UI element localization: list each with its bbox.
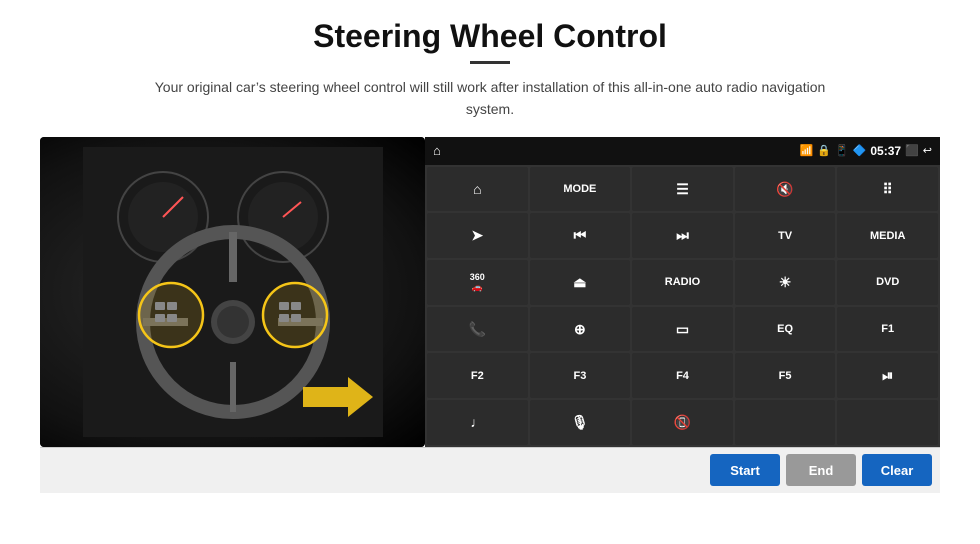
btn-playpause[interactable]: ⏯ (837, 353, 938, 398)
btn-music[interactable]: ♩ (427, 400, 528, 445)
btn-screen[interactable]: ▭ (632, 307, 733, 352)
btn-f1[interactable]: F1 (837, 307, 938, 352)
btn-f2[interactable]: F2 (427, 353, 528, 398)
btn-list[interactable]: ☰ (632, 167, 733, 212)
mic-icon: 🎙 (571, 414, 589, 431)
music-icon: ♩ (470, 414, 484, 430)
btn-eq[interactable]: EQ (735, 307, 836, 352)
end-button[interactable]: End (786, 454, 856, 486)
btn-dvd[interactable]: DVD (837, 260, 938, 305)
btn-callend[interactable]: 📵 (632, 400, 733, 445)
home-icon: ⌂ (473, 181, 481, 197)
f4-label: F4 (676, 370, 689, 382)
btn-mute[interactable]: 🔇 (735, 167, 836, 212)
page-subtitle: Your original car’s steering wheel contr… (140, 76, 840, 121)
bluetooth-icon: 🔷 (853, 144, 867, 157)
steering-wheel-bg (40, 137, 425, 447)
screen-icon: ▭ (676, 321, 689, 338)
dvd-label: DVD (876, 276, 899, 288)
next-icon: ⏭ (676, 227, 689, 244)
back-icon: ↩ (923, 144, 932, 157)
btn-brightness[interactable]: ☀ (735, 260, 836, 305)
btn-next[interactable]: ⏭ (632, 213, 733, 258)
main-content: ⌂ 📶 🔒 📱 🔷 05:37 ⬛ ↩ ⌂ MODE ☰ 🔇 (40, 137, 940, 447)
time-display: 05:37 (870, 144, 901, 158)
playpause-icon: ⏯ (882, 367, 893, 384)
bottom-bar: Start End Clear (40, 447, 940, 493)
btn-f3[interactable]: F3 (530, 353, 631, 398)
page-wrapper: Steering Wheel Control Your original car… (0, 0, 980, 544)
callend-icon: 📵 (674, 414, 691, 431)
f2-label: F2 (471, 370, 484, 382)
steering-wheel-svg (83, 147, 383, 437)
btn-mode[interactable]: MODE (530, 167, 631, 212)
prev-icon: ⏮ (574, 227, 587, 244)
f1-label: F1 (881, 323, 894, 335)
steering-wheel-image (40, 137, 425, 447)
btn-mic[interactable]: 🎙 (530, 400, 631, 445)
btn-f4[interactable]: F4 (632, 353, 733, 398)
lock-icon: 🔒 (817, 144, 831, 157)
radio-label: RADIO (665, 276, 700, 288)
phone-icon: 📞 (469, 321, 486, 338)
wifi-icon: 📶 (800, 144, 814, 157)
mode-label: MODE (563, 183, 596, 195)
cast-icon: ⬛ (905, 144, 919, 157)
tv-label: TV (778, 230, 792, 242)
btn-tv[interactable]: TV (735, 213, 836, 258)
btn-apps[interactable]: ⠿ (837, 167, 938, 212)
android-panel: ⌂ 📶 🔒 📱 🔷 05:37 ⬛ ↩ ⌂ MODE ☰ 🔇 (425, 137, 940, 447)
btn-empty2[interactable] (837, 400, 938, 445)
btn-eject[interactable]: ⏏ (530, 260, 631, 305)
btn-nav2[interactable]: ⊕ (530, 307, 631, 352)
eq-label: EQ (777, 323, 793, 335)
cam-label: 360🚗 (470, 272, 485, 293)
btn-nav[interactable]: ➤ (427, 213, 528, 258)
btn-phone[interactable]: 📞 (427, 307, 528, 352)
nav-icon: ➤ (471, 227, 483, 244)
btn-f5[interactable]: F5 (735, 353, 836, 398)
btn-empty1[interactable] (735, 400, 836, 445)
btn-radio[interactable]: RADIO (632, 260, 733, 305)
title-divider (470, 61, 510, 64)
btn-home[interactable]: ⌂ (427, 167, 528, 212)
brightness-icon: ☀ (779, 274, 792, 291)
media-label: MEDIA (870, 230, 905, 242)
compass-icon: ⊕ (574, 321, 586, 338)
sim-icon: 📱 (835, 144, 849, 157)
button-grid: ⌂ MODE ☰ 🔇 ⠿ ➤ ⏮ ⏭ TV MEDIA 360🚗 ⏏ RADIO… (425, 165, 940, 447)
list-icon: ☰ (676, 181, 689, 198)
btn-prev[interactable]: ⏮ (530, 213, 631, 258)
page-title: Steering Wheel Control (313, 18, 667, 55)
start-button[interactable]: Start (710, 454, 780, 486)
status-bar: ⌂ 📶 🔒 📱 🔷 05:37 ⬛ ↩ (425, 137, 940, 165)
status-icons-right: 📶 🔒 📱 🔷 05:37 ⬛ ↩ (800, 144, 932, 158)
mute-icon: 🔇 (776, 181, 793, 198)
clear-button[interactable]: Clear (862, 454, 932, 486)
btn-360[interactable]: 360🚗 (427, 260, 528, 305)
eject-icon: ⏏ (573, 274, 586, 291)
btn-media[interactable]: MEDIA (837, 213, 938, 258)
home-status-icon: ⌂ (433, 143, 441, 158)
f5-label: F5 (779, 370, 792, 382)
f3-label: F3 (573, 370, 586, 382)
status-icons-left: ⌂ (433, 143, 441, 158)
apps-icon: ⠿ (883, 181, 893, 198)
